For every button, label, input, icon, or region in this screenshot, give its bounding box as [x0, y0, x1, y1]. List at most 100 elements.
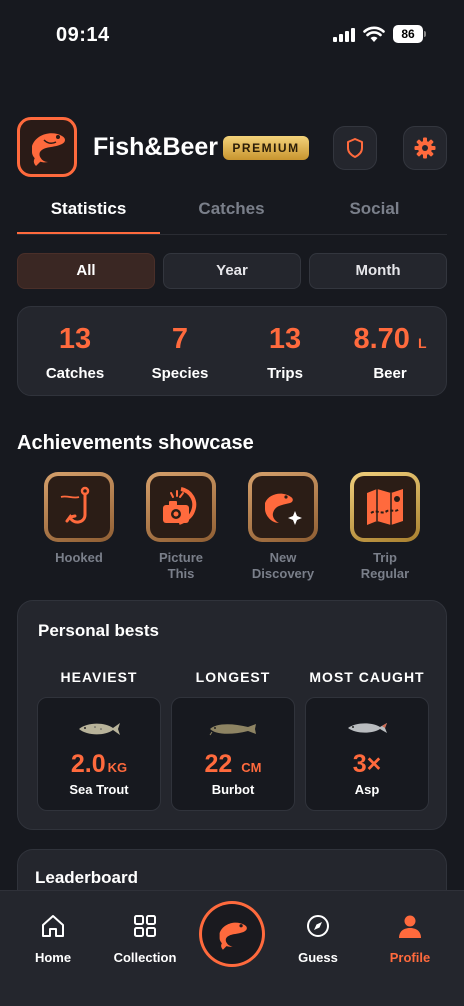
personal-best-tile: 22 CM Burbot [171, 697, 295, 811]
sea-trout-icon [79, 723, 120, 735]
nav-home-label: Home [34, 950, 72, 965]
personal-best-tile: 2.0 KG Sea Trout [37, 697, 161, 811]
asp-icon [348, 723, 387, 733]
status-time: 09:14 [56, 24, 110, 46]
profile-icon [399, 915, 421, 938]
stat-trips-label: Trips [267, 365, 303, 382]
personal-best-unit: CM [241, 760, 262, 775]
stat-beer-value: 8.70 L [335, 323, 445, 357]
achievement-badge [146, 472, 216, 542]
stat-beer-label: Beer [373, 365, 407, 382]
status-bar: 09:14 86 [0, 0, 464, 70]
personal-best-value: 3× [352, 750, 382, 778]
stat-beer-unit: L [417, 335, 427, 351]
cellular-signal-icon [333, 28, 355, 42]
achievement-line1: New [269, 550, 297, 565]
tab-statistics[interactable]: Statistics [17, 196, 160, 234]
personal-best-species: Asp [354, 782, 380, 797]
personal-best-number: 22 [204, 750, 233, 778]
personal-best-longest[interactable]: LONGEST 22 CM Burbot [171, 669, 295, 811]
filter-year[interactable]: Year [163, 253, 301, 289]
achievement-new-discovery[interactable]: New Discovery [238, 472, 328, 582]
nav-guess[interactable]: Guess [273, 913, 363, 965]
achievement-line2: Discovery [251, 566, 315, 581]
battery-tip [424, 31, 426, 37]
compass-icon [307, 915, 329, 937]
nav-home[interactable]: Home [8, 913, 98, 965]
stat-trips-value: 13 [268, 323, 302, 355]
map-icon [367, 489, 403, 525]
achievement-name: Trip Regular [340, 550, 430, 582]
personal-bests-card: Personal bests HEAVIEST 2.0 KG Sea Trout … [17, 600, 447, 830]
nav-guess-label: Guess [298, 950, 338, 965]
fish-sparkle-icon [265, 493, 302, 525]
stats-card: 13 Catches 7 Species 13 Trips 8.70 L Bee… [17, 306, 447, 396]
nav-profile[interactable]: Profile [365, 913, 455, 965]
wifi-icon [363, 26, 385, 42]
battery-icon: 86 [393, 25, 423, 43]
personal-bests-title: Personal bests [38, 621, 159, 640]
personal-best-tile: 3× Asp [305, 697, 429, 811]
nav-collection[interactable]: Collection [100, 913, 190, 965]
personal-best-heading: MOST CAUGHT [309, 669, 425, 685]
achievement-name: New Discovery [238, 550, 328, 582]
nav-collection-label: Collection [113, 950, 177, 965]
fish-logo-icon [219, 922, 247, 950]
tabs-divider [17, 234, 447, 235]
gear-icon [414, 137, 436, 159]
achievement-badge [248, 472, 318, 542]
stat-beer-number: 8.70 [353, 323, 410, 355]
achievement-name: Hooked [34, 550, 124, 566]
settings-button[interactable] [403, 126, 447, 170]
leaderboard-title: Leaderboard [35, 868, 138, 887]
personal-best-number: 2.0 [70, 750, 106, 778]
achievements-title: Achievements showcase [17, 432, 254, 454]
tab-social[interactable]: Social [303, 196, 446, 234]
nav-profile-label: Profile [389, 950, 431, 965]
app-logo [17, 117, 77, 177]
stat-catches-label: Catches [45, 365, 105, 382]
burbot-icon [209, 724, 256, 736]
personal-best-heading: HEAVIEST [60, 669, 138, 685]
personal-best-species: Burbot [211, 782, 255, 797]
achievement-badge [350, 472, 420, 542]
stat-trips: 13 Trips [230, 323, 340, 382]
bottom-tab-bar: Home Collection Guess Profile [0, 890, 464, 1006]
achievement-picture-this[interactable]: Picture This [136, 472, 226, 582]
filter-all[interactable]: All [17, 253, 155, 289]
achievement-line1: Hooked [55, 550, 103, 565]
premium-badge: PREMIUM [223, 136, 309, 160]
achievement-name: Picture This [136, 550, 226, 582]
home-icon [42, 915, 64, 937]
personal-best-most-caught[interactable]: MOST CAUGHT 3× Asp [305, 669, 429, 811]
personal-best-heading: LONGEST [195, 669, 271, 685]
stat-species-label: Species [151, 365, 209, 382]
center-catch-button[interactable] [199, 901, 265, 967]
achievement-hooked[interactable]: Hooked [34, 472, 124, 566]
app-name: Fish&Beer [93, 133, 219, 161]
shield-button[interactable] [333, 126, 377, 170]
personal-best-species: Sea Trout [69, 782, 129, 797]
personal-best-value: 22 CM [172, 750, 294, 779]
achievement-line2: Regular [360, 566, 410, 581]
personal-best-value: 2.0 KG [38, 750, 160, 779]
segment-tabs: Statistics Catches Social [17, 196, 447, 234]
tab-catches[interactable]: Catches [160, 196, 303, 234]
camera-icon [163, 487, 197, 525]
personal-best-unit: KG [107, 760, 128, 775]
fish-logo-icon [32, 133, 65, 166]
hook-icon [60, 486, 90, 524]
stat-catches-value: 13 [58, 323, 92, 355]
achievement-line1: Picture [158, 550, 204, 565]
filter-month[interactable]: Month [309, 253, 447, 289]
stat-beer: 8.70 L Beer [335, 323, 445, 382]
achievement-badge [44, 472, 114, 542]
personal-best-heaviest[interactable]: HEAVIEST 2.0 KG Sea Trout [37, 669, 161, 811]
achievement-trip-regular[interactable]: Trip Regular [340, 472, 430, 582]
stat-catches: 13 Catches [20, 323, 130, 382]
stat-species-value: 7 [171, 323, 189, 355]
achievement-line1: Trip [373, 550, 397, 565]
stat-species: 7 Species [125, 323, 235, 382]
achievement-line2: This [167, 566, 195, 581]
grid-icon [134, 915, 156, 937]
